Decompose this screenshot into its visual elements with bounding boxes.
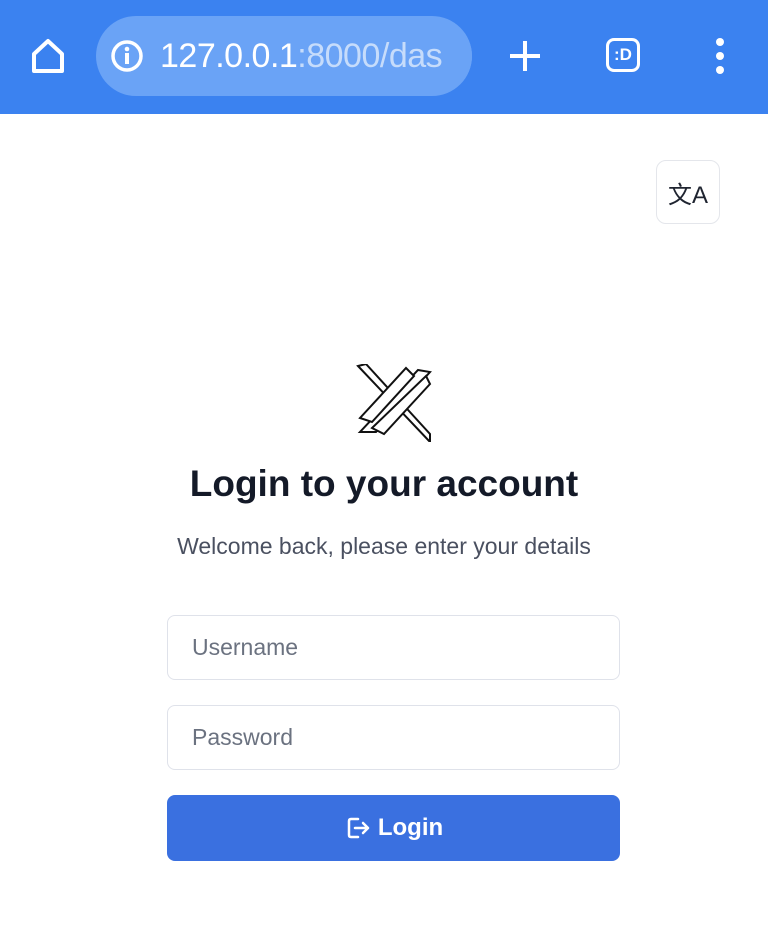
- browser-toolbar: 127.0.0.1:8000/das :D: [0, 0, 768, 114]
- url-fade: [442, 16, 472, 96]
- tab-switcher-button[interactable]: :D: [606, 38, 640, 72]
- translate-icon: 文A: [667, 181, 708, 209]
- password-input[interactable]: [167, 705, 620, 770]
- url-text[interactable]: 127.0.0.1:8000/das: [160, 34, 443, 78]
- tab-count-label: :D: [614, 45, 632, 64]
- more-vert-icon: [716, 38, 724, 74]
- home-button[interactable]: [22, 30, 74, 82]
- browser-menu-button[interactable]: [700, 30, 740, 82]
- home-icon: [32, 39, 64, 73]
- username-input[interactable]: [167, 615, 620, 680]
- login-button[interactable]: Login: [167, 795, 620, 861]
- login-icon: [347, 817, 370, 839]
- page-subtitle: Welcome back, please enter your details: [177, 533, 591, 559]
- address-bar[interactable]: 127.0.0.1:8000/das: [96, 16, 472, 96]
- new-tab-button[interactable]: [500, 30, 550, 82]
- language-button[interactable]: 文A: [656, 160, 720, 224]
- plus-icon: [510, 41, 540, 71]
- app-logo: [356, 364, 432, 442]
- info-icon[interactable]: [110, 39, 144, 73]
- url-host: 127.0.0.1: [160, 37, 298, 75]
- login-button-label: Login: [377, 814, 444, 841]
- page-title: Login to your account: [189, 463, 579, 504]
- url-path: :8000/das: [297, 37, 443, 75]
